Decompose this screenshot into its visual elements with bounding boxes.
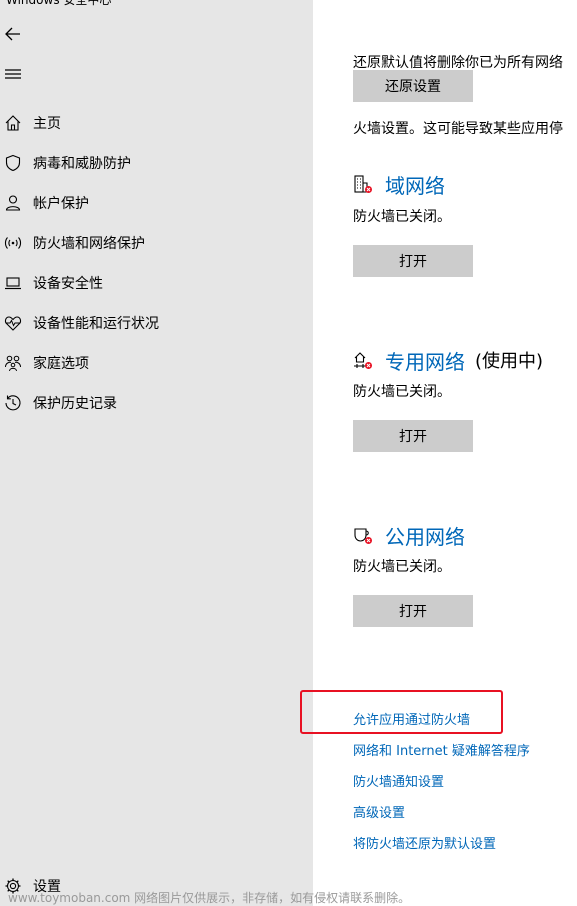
nav-label: 病毒和威胁防护 [33,156,131,172]
hamburger-menu-icon[interactable] [4,66,22,82]
private-network-header: 专用网络 (使用中) [353,346,543,374]
private-network-status: 防火墙已关闭。 [353,384,451,400]
nav-item-protection-history[interactable]: 保护历史记录 [0,383,313,423]
watermark: www.toymoban.com 网络图片仅供展示，非存储，如有侵权请联系删除。 [8,891,411,905]
restore-text-line: 火墙设置。这可能导致某些应用停 [353,121,563,137]
history-icon [5,395,21,411]
nav-item-virus-protection[interactable]: 病毒和威胁防护 [0,143,313,183]
private-network-link[interactable]: 专用网络 [385,346,465,375]
nav-label: 防火墙和网络保护 [33,236,145,252]
laptop-icon [5,277,21,290]
nav-label: 家庭选项 [33,356,89,372]
advanced-settings-link[interactable]: 高级设置 [353,802,405,821]
family-icon [5,355,21,372]
sidebar: Windows 安全中心 主页 病毒和威胁防护 帐户保护 防火墙和网络保护 设备… [0,0,313,906]
public-network-header: 公用网络 [353,521,465,549]
shield-icon [5,154,21,172]
in-use-label: (使用中) [475,351,544,372]
domain-network-turn-on-button[interactable]: 打开 [353,245,473,277]
wifi-signal-icon [4,237,22,249]
home-icon [5,115,21,131]
nav-label: 帐户保护 [33,196,89,212]
restore-settings-button[interactable]: 还原设置 [353,70,473,102]
private-network-icon [354,352,372,369]
nav-label: 主页 [33,116,61,132]
public-network-icon [354,528,372,544]
heart-pulse-icon [4,316,22,331]
window-title: Windows 安全中心 [6,0,112,7]
nav-label: 保护历史记录 [33,396,117,412]
domain-network-status: 防火墙已关闭。 [353,209,451,225]
private-network-turn-on-button[interactable]: 打开 [353,420,473,452]
restore-firewall-defaults-link[interactable]: 将防火墙还原为默认设置 [353,833,496,852]
nav-item-firewall[interactable]: 防火墙和网络保护 [0,223,313,263]
domain-network-link[interactable]: 域网络 [385,170,445,199]
nav-item-device-security[interactable]: 设备安全性 [0,263,313,303]
nav-item-account-protection[interactable]: 帐户保护 [0,183,313,223]
public-network-status: 防火墙已关闭。 [353,559,451,575]
public-network-turn-on-button[interactable]: 打开 [353,595,473,627]
public-network-link[interactable]: 公用网络 [385,521,465,550]
firewall-notification-settings-link[interactable]: 防火墙通知设置 [353,771,444,790]
nav-item-home[interactable]: 主页 [0,103,313,143]
nav-label: 设备安全性 [33,276,103,292]
network-troubleshooter-link[interactable]: 网络和 Internet 疑难解答程序 [353,740,530,759]
domain-network-icon [354,175,372,193]
main-content: 还原默认值将删除你已为所有网络 火墙设置。这可能导致某些应用停 还原设置 域网络… [313,0,577,906]
nav-label: 设备性能和运行状况 [33,316,159,332]
person-icon [5,195,21,211]
domain-network-header: 域网络 [353,170,445,198]
back-arrow-icon[interactable] [3,24,23,44]
nav-item-family-options[interactable]: 家庭选项 [0,343,313,383]
highlight-box [300,690,503,734]
nav-item-device-performance[interactable]: 设备性能和运行状况 [0,303,313,343]
